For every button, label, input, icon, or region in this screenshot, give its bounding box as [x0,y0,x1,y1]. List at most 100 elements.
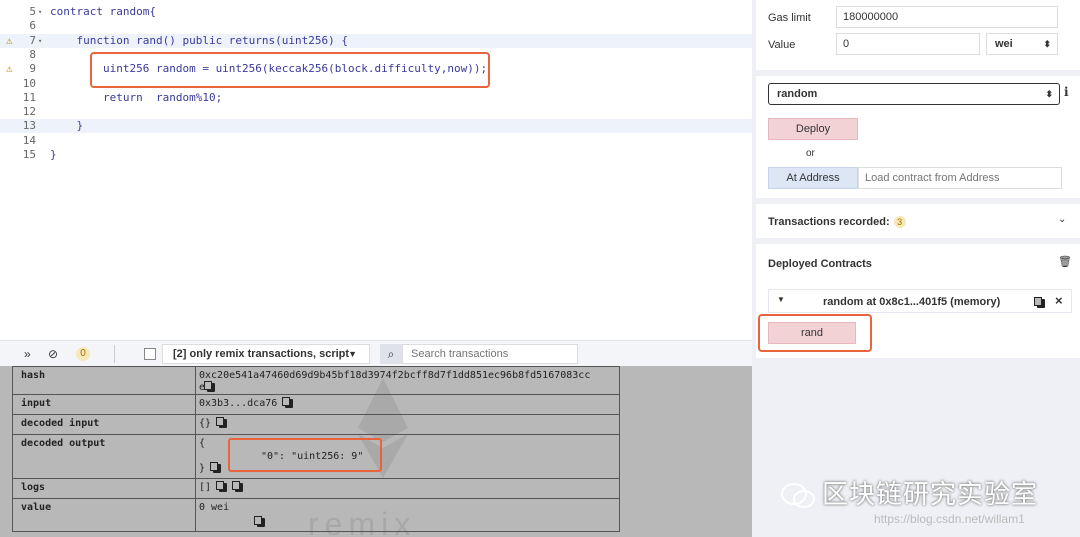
table-row: value 0 wei [13,499,619,531]
info-icon[interactable]: i [1064,85,1069,99]
editor-gutter: 6 [0,19,46,33]
warning-icon[interactable]: ⚠ [6,62,13,76]
caret-down-icon[interactable]: ▼ [777,295,785,304]
transactions-recorded-label: Transactions recorded: 3 [768,216,906,228]
run-panel: Gas limit 180000000 Value 0 wei ⬍ random… [752,0,1080,537]
copy-icon[interactable] [254,515,265,527]
input-text: 0x3b3...dca76 [199,398,278,409]
deploy-button[interactable]: Deploy [768,118,858,140]
contract-select[interactable]: random ⬍ [768,83,1060,105]
chevron-down-icon[interactable]: ⌄ [1058,214,1066,225]
search-input[interactable] [402,344,578,364]
wechat-icon [780,482,816,510]
row-key-hash: hash [21,370,46,381]
wechat-watermark: 区块链研究实验室 [780,474,1038,511]
editor-line[interactable]: 5 ▾ contract random{ [0,5,752,19]
editor-gutter: 14 [0,134,46,148]
editor-line[interactable]: 11 return random%10; [0,91,752,105]
copy-icon[interactable] [216,480,228,492]
toolbar-divider [114,345,115,363]
listen-checkbox[interactable] [144,348,156,360]
value-input[interactable]: 0 [836,33,980,55]
at-address-input[interactable] [858,167,1062,189]
editor-gutter: ⚠ 9 [0,62,46,76]
table-row: input 0x3b3...dca76 [13,395,619,415]
editor-line[interactable]: ⚠ 7 ▾ function rand() public returns(uint2… [0,33,752,48]
row-key-logs: logs [21,482,46,493]
editor-gutter: 13 [0,119,46,133]
decoded-input-text: {} [199,418,212,429]
line-number: 10 [22,76,36,90]
updown-arrows-icon: ⬍ [1045,89,1053,99]
row-value-decoded-input: {} [199,416,228,430]
wechat-account-name: 区块链研究实验室 [822,480,1039,510]
line-number: 9 [29,62,36,76]
table-row: logs [] [13,479,619,499]
double-chevron-down-icon[interactable]: » [24,347,31,361]
line-number: 15 [22,148,36,161]
close-icon[interactable]: × [1055,293,1063,308]
line-number: 8 [29,47,36,61]
copy-icon[interactable] [216,416,228,428]
code-editor[interactable]: 5 ▾ contract random{6 ⚠ 7 ▾ function rand() p… [0,0,752,340]
at-address-button[interactable]: At Address [768,167,858,189]
ban-icon[interactable]: ⊘ [48,347,58,361]
contract-instance[interactable]: ▼ random at 0x8c1...401f5 (memory) × [768,289,1072,313]
editor-gutter: 8 [0,48,46,62]
copy-icon[interactable] [210,461,222,473]
rand-function-button[interactable]: rand [768,322,856,344]
contract-instance-label: random at 0x8c1...401f5 (memory) [823,296,1001,308]
fold-toggle-icon[interactable]: ▾ [38,34,42,48]
code-text: return random%10; [50,90,223,104]
search-icon[interactable]: ⌕ [380,344,402,364]
line-number: 14 [22,133,36,147]
editor-gutter: 11 [0,91,46,105]
value-unit-text: wei [995,38,1013,50]
editor-line[interactable]: 12 [0,105,752,119]
editor-line[interactable]: 14 [0,134,752,148]
row-value-input: 0x3b3...dca76 [199,396,294,410]
brace-open: { [199,438,206,449]
row-value-logs: [] [199,480,244,494]
cell-divider [195,479,196,498]
line-number: 5 [29,5,36,18]
row-value-copy [254,515,265,529]
trash-icon[interactable]: 🗑 [1058,255,1072,268]
tx-recorded-count-badge: 3 [893,216,906,228]
copy-icon[interactable] [1034,296,1045,308]
logs-text: [] [199,482,212,493]
pending-count-badge: 0 [76,347,90,361]
tx-recorded-text: Transactions recorded: [768,216,890,228]
cell-divider [195,435,196,478]
copy-icon[interactable] [204,380,216,392]
line-number: 13 [22,119,36,133]
editor-line[interactable]: 13 } [0,119,752,134]
instance-copy-wrap [1034,296,1045,309]
gas-limit-input[interactable]: 180000000 [836,6,1058,28]
cell-divider [195,395,196,414]
csdn-url-watermark: https://blog.csdn.net/willam1 [874,512,1025,526]
transaction-log-area: remix hash 0xc20e541a47460d69d9b45bf18d3… [0,366,752,537]
row-value-value: 0 wei [199,502,230,513]
line-number: 7 [29,33,36,47]
row-value-hash: 0xc20e541a47460d69d9b45bf18d3974f2bcff8d… [199,370,590,394]
terminal-toolbar: » ⊘ 0 [2] only remix transactions, scrip… [0,340,752,366]
hash-text: 0xc20e541a47460d69d9b45bf18d3974f2bcff8d… [199,370,591,393]
editor-gutter: 5 ▾ [0,5,46,19]
line-number: 6 [29,19,36,33]
line-number: 12 [22,105,36,119]
editor-line[interactable]: 6 [0,19,752,33]
copy-icon[interactable] [282,396,294,408]
transaction-settings-card: Gas limit 180000000 Value 0 wei ⬍ [756,0,1080,70]
value-unit-select[interactable]: wei ⬍ [986,33,1058,55]
copy-icon[interactable] [232,480,244,492]
fold-toggle-icon[interactable]: ▾ [38,5,42,19]
caret-down-icon: ▼ [348,349,357,359]
filter-select[interactable]: [2] only remix transactions, script ▼ [162,344,370,364]
row-value-decoded-output: { [199,438,205,450]
warning-icon[interactable]: ⚠ [6,34,13,48]
table-row: hash 0xc20e541a47460d69d9b45bf18d3974f2b… [13,367,619,395]
cell-divider [195,499,196,531]
editor-line[interactable]: 15} [0,148,752,162]
deployed-contracts-title: Deployed Contracts [768,258,872,270]
